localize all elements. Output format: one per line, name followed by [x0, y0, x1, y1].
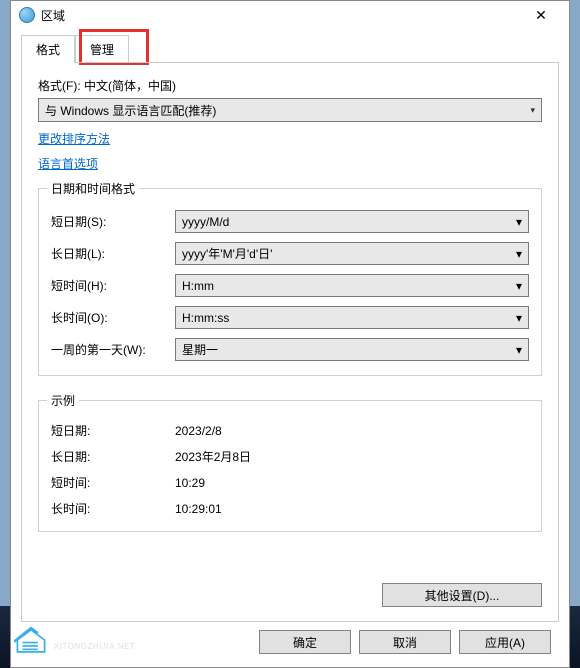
ok-button[interactable]: 确定: [259, 630, 351, 654]
ex-long-time-label: 长时间:: [51, 500, 175, 517]
chevron-down-icon: ▾: [516, 215, 522, 229]
chevron-down-icon: ▾: [530, 105, 535, 116]
ex-short-date-value: 2023/2/8: [175, 424, 222, 438]
window-title: 区域: [41, 7, 521, 24]
short-date-label: 短日期(S):: [51, 213, 175, 230]
ex-short-time-label: 短时间:: [51, 474, 175, 491]
tabstrip: 格式 管理: [11, 29, 569, 63]
house-icon: [14, 626, 48, 654]
format-label: 格式(F): 中文(简体，中国): [38, 77, 542, 94]
first-day-label: 一周的第一天(W):: [51, 341, 175, 358]
chevron-down-icon: ▾: [516, 311, 522, 325]
tab-format[interactable]: 格式: [21, 35, 75, 63]
short-time-combo[interactable]: H:mm ▾: [175, 274, 529, 297]
globe-icon: [19, 7, 35, 23]
ex-short-time-value: 10:29: [175, 476, 205, 490]
chevron-down-icon: ▾: [516, 247, 522, 261]
tab-page-format: 格式(F): 中文(简体，中国) 与 Windows 显示语言匹配(推荐) ▾ …: [21, 62, 559, 622]
long-time-combo[interactable]: H:mm:ss ▾: [175, 306, 529, 329]
other-settings-button[interactable]: 其他设置(D)...: [382, 583, 542, 607]
watermark-sub: XITONGZHIJIA.NET: [54, 643, 135, 652]
format-combo-value: 与 Windows 显示语言匹配(推荐): [45, 102, 216, 119]
chevron-down-icon: ▾: [516, 343, 522, 357]
titlebar: 区域 ✕: [11, 1, 569, 29]
datetime-group-legend: 日期和时间格式: [47, 180, 139, 197]
link-sort-methods[interactable]: 更改排序方法: [38, 130, 110, 147]
short-time-label: 短时间(H):: [51, 277, 175, 294]
long-date-combo[interactable]: yyyy'年'M'月'd'日' ▾: [175, 242, 529, 265]
cancel-button[interactable]: 取消: [359, 630, 451, 654]
chevron-down-icon: ▾: [516, 279, 522, 293]
long-time-label: 长时间(O):: [51, 309, 175, 326]
datetime-format-group: 日期和时间格式 短日期(S): yyyy/M/d ▾ 长日期(L): yyyy'…: [38, 188, 542, 376]
watermark: 系统之家 XITONGZHIJIA.NET: [14, 626, 135, 654]
format-combo[interactable]: 与 Windows 显示语言匹配(推荐) ▾: [38, 98, 542, 122]
first-day-combo[interactable]: 星期一 ▾: [175, 338, 529, 361]
close-button[interactable]: ✕: [521, 3, 561, 27]
example-group: 示例 短日期: 2023/2/8 长日期: 2023年2月8日 短时间: 10:…: [38, 400, 542, 532]
region-dialog: 区域 ✕ 格式 管理 格式(F): 中文(简体，中国) 与 Windows 显示…: [10, 0, 570, 668]
example-group-legend: 示例: [47, 392, 79, 409]
long-date-label: 长日期(L):: [51, 245, 175, 262]
tab-admin[interactable]: 管理: [75, 35, 129, 63]
short-date-combo[interactable]: yyyy/M/d ▾: [175, 210, 529, 233]
close-icon: ✕: [535, 7, 547, 24]
ex-long-time-value: 10:29:01: [175, 502, 222, 516]
ex-short-date-label: 短日期:: [51, 422, 175, 439]
ex-long-date-label: 长日期:: [51, 448, 175, 465]
link-lang-prefs[interactable]: 语言首选项: [38, 155, 98, 172]
ex-long-date-value: 2023年2月8日: [175, 448, 251, 465]
watermark-title: 系统之家: [54, 628, 135, 643]
apply-button[interactable]: 应用(A): [459, 630, 551, 654]
